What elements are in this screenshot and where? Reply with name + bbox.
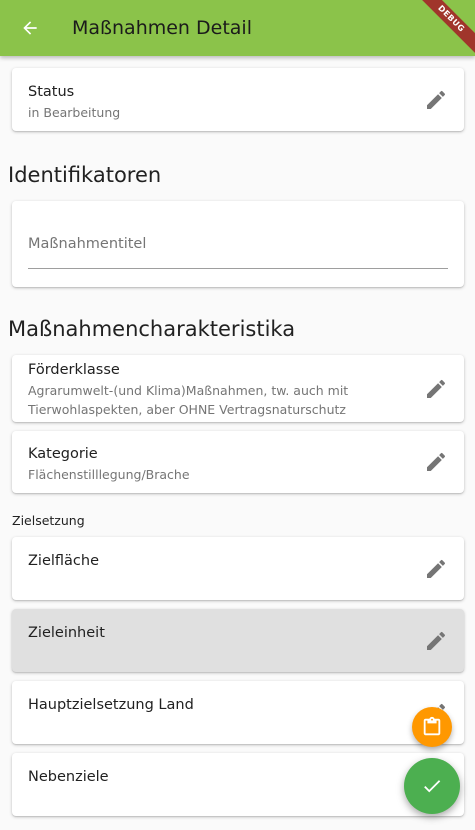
section-heading-identifikatoren: Identifikatoren xyxy=(8,163,162,187)
clipboard-icon xyxy=(423,716,441,736)
clipboard-fab[interactable] xyxy=(412,707,452,747)
zielsetzung-heading: Zielsetzung xyxy=(12,513,85,528)
edit-foerderklasse-pencil-icon[interactable] xyxy=(424,377,448,401)
section-heading-charakteristika: Maßnahmencharakteristika xyxy=(8,317,296,341)
zieleinheit-title: Zieleinheit xyxy=(28,625,105,641)
hauptzielsetzung-title: Hauptzielsetzung Land xyxy=(28,697,194,713)
foerderklasse-card[interactable]: Förderklasse Agrarumwelt-(und Klima)Maßn… xyxy=(12,355,464,422)
app-bar: Maßnahmen Detail DEBUG xyxy=(0,0,475,56)
kategorie-title: Kategorie xyxy=(28,446,98,462)
status-value: in Bearbeitung xyxy=(28,105,121,120)
status-card[interactable]: Status in Bearbeitung xyxy=(12,68,464,131)
edit-status-pencil-icon[interactable] xyxy=(424,88,448,112)
save-check-fab[interactable] xyxy=(404,758,460,814)
edit-kategorie-pencil-icon[interactable] xyxy=(424,450,448,474)
hauptzielsetzung-card[interactable]: Hauptzielsetzung Land xyxy=(12,681,464,744)
arrow-back-icon xyxy=(23,21,37,35)
field-underline xyxy=(28,268,448,269)
debug-banner: DEBUG xyxy=(410,0,475,56)
kategorie-card[interactable]: Kategorie Flächenstilllegung/Brache xyxy=(12,431,464,493)
edit-zielflaeche-pencil-icon[interactable] xyxy=(424,557,448,581)
nebenziele-card[interactable]: Nebenziele xyxy=(12,753,464,816)
foerderklasse-title: Förderklasse xyxy=(28,362,120,378)
zielflaeche-title: Zielfläche xyxy=(28,553,100,569)
status-title: Status xyxy=(28,84,75,100)
kategorie-value: Flächenstilllegung/Brache xyxy=(28,467,190,482)
nebenziele-title: Nebenziele xyxy=(28,769,109,785)
foerderklasse-value: Agrarumwelt-(und Klima)Maßnahmen, tw. au… xyxy=(28,383,349,417)
zieleinheit-card[interactable]: Zieleinheit xyxy=(12,609,464,672)
page-title: Maßnahmen Detail xyxy=(72,17,252,39)
massnahmentitel-field[interactable]: Maßnahmentitel xyxy=(28,236,146,252)
edit-zieleinheit-pencil-icon[interactable] xyxy=(424,629,448,653)
check-icon xyxy=(424,780,441,793)
zielflaeche-card[interactable]: Zielfläche xyxy=(12,537,464,600)
massnahmentitel-card: Maßnahmentitel xyxy=(12,201,464,287)
back-button[interactable] xyxy=(12,10,48,46)
